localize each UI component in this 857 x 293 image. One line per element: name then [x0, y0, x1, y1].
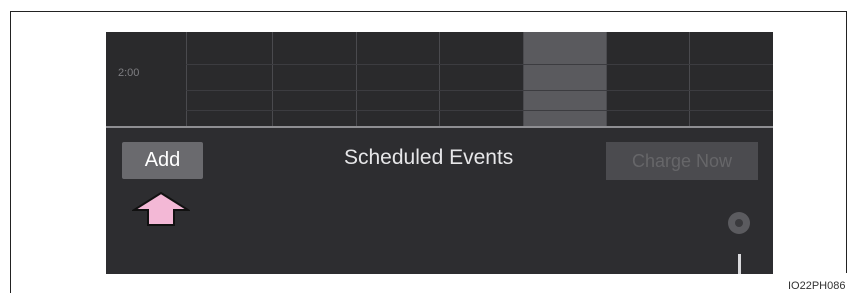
grid-column-line — [272, 32, 273, 126]
up-arrow-shape — [132, 191, 190, 226]
frame-border-right — [846, 11, 847, 273]
frame-border-top — [10, 11, 847, 12]
grid-column-line — [439, 32, 440, 126]
grid-row-line — [186, 90, 773, 91]
grid-column-line — [689, 32, 690, 126]
info-circle-icon[interactable] — [728, 212, 750, 234]
schedule-calendar-grid[interactable]: 2:00 — [106, 32, 773, 126]
head-unit-screen: 2:00 Add Scheduled Events Charge Now — [106, 32, 773, 274]
time-label: 2:00 — [118, 67, 140, 79]
scrollbar[interactable] — [738, 254, 741, 274]
frame-border-left — [10, 11, 11, 293]
grid-column-line — [186, 32, 187, 126]
grid-row-line — [186, 64, 773, 65]
grid-column-line — [606, 32, 607, 126]
page-title: Scheduled Events — [344, 146, 514, 169]
selected-day-column[interactable] — [523, 32, 606, 126]
manual-figure: 2:00 Add Scheduled Events Charge Now IO2… — [0, 0, 857, 293]
grid-column-line — [356, 32, 357, 126]
add-button[interactable]: Add — [122, 142, 203, 179]
figure-code: IO22PH086 — [788, 280, 846, 292]
grid-row-line — [186, 110, 773, 111]
up-arrow-icon — [132, 191, 190, 226]
grid-column-line — [523, 32, 524, 126]
charge-now-button[interactable]: Charge Now — [606, 142, 758, 180]
